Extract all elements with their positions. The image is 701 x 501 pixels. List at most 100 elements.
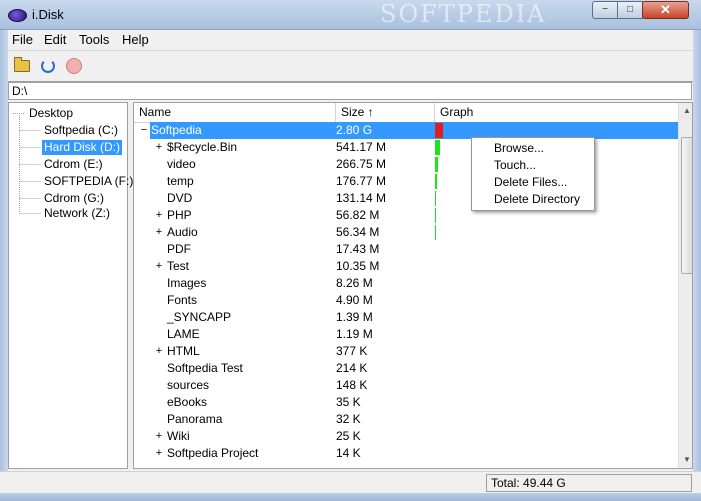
table-row[interactable]: Images 8.26 M — [134, 275, 678, 292]
row-name: Fonts — [167, 293, 198, 307]
drive-tree[interactable]: Desktop Softpedia (C:) Hard Disk (D:) Cd… — [8, 102, 133, 469]
stop-icon[interactable] — [63, 55, 85, 77]
table-row[interactable]: + Test 10.35 M — [134, 258, 678, 275]
ctx-delete-files[interactable]: Delete Files... — [494, 174, 567, 190]
scroll-down-icon[interactable]: ▼ — [679, 452, 692, 468]
ctx-touch[interactable]: Touch... — [494, 157, 536, 173]
row-size: 32 K — [336, 412, 361, 426]
row-size: 377 K — [336, 344, 368, 358]
table-row[interactable]: − Softpedia 2.80 G — [134, 122, 678, 139]
ctx-browse[interactable]: Browse... — [494, 140, 544, 156]
tree-item-d[interactable]: Hard Disk (D:) — [42, 140, 123, 155]
menu-tools[interactable]: Tools — [79, 32, 109, 47]
row-size: 10.35 M — [336, 259, 380, 273]
close-button[interactable]: ✕ — [642, 1, 689, 19]
maximize-button[interactable]: □ — [617, 1, 643, 19]
app-disk-icon — [8, 9, 27, 22]
tree-item-f[interactable]: SOFTPEDIA (F:) — [42, 174, 135, 189]
expand-toggle-icon[interactable]: + — [154, 139, 164, 156]
toolbar — [8, 50, 693, 82]
size-graph-bar — [435, 140, 440, 155]
row-size: 1.19 M — [336, 327, 373, 341]
tree-item-desktop[interactable]: Desktop — [27, 106, 75, 121]
table-row[interactable]: DVD 131.14 M — [134, 190, 678, 207]
row-size: 8.26 M — [336, 276, 373, 290]
table-row[interactable]: + HTML 377 K — [134, 343, 678, 360]
vertical-scrollbar[interactable]: ▲ ▼ — [678, 103, 692, 468]
row-name: PHP — [167, 208, 192, 222]
expand-toggle-icon[interactable]: + — [154, 258, 164, 275]
ctx-delete-directory[interactable]: Delete Directory — [494, 191, 580, 207]
window-frame-bottom — [0, 493, 701, 501]
row-size: 148 K — [336, 378, 368, 392]
row-name: Images — [167, 276, 207, 290]
table-row[interactable]: + PHP 56.82 M — [134, 207, 678, 224]
folder-list[interactable]: Name Size ↑ Graph − Softpedia 2.80 G + $Recy… — [133, 102, 693, 469]
row-size: 1.39 M — [336, 310, 373, 324]
row-selection-highlight — [150, 122, 678, 139]
row-name: Wiki — [167, 429, 190, 443]
menu-bar: File Edit Tools Help — [8, 30, 693, 50]
table-row[interactable]: Fonts 4.90 M — [134, 292, 678, 309]
row-size: 266.75 M — [336, 157, 387, 171]
menu-edit[interactable]: Edit — [44, 32, 66, 47]
row-name: eBooks — [167, 395, 208, 409]
expand-toggle-icon[interactable]: + — [154, 343, 164, 360]
scroll-thumb[interactable] — [681, 137, 692, 274]
size-graph-bar — [435, 174, 437, 189]
size-graph-bar — [435, 191, 436, 206]
table-row[interactable]: temp 176.77 M — [134, 173, 678, 190]
table-row[interactable]: eBooks 35 K — [134, 394, 678, 411]
minimize-button[interactable]: − — [592, 1, 618, 19]
expand-toggle-icon[interactable]: − — [139, 122, 149, 139]
table-row[interactable]: Softpedia Test 214 K — [134, 360, 678, 377]
row-size: 541.17 M — [336, 140, 387, 154]
window-title: i.Disk — [32, 7, 64, 22]
window-frame-left — [0, 30, 8, 493]
menu-help[interactable]: Help — [122, 32, 149, 47]
path-field[interactable]: D:\ — [8, 82, 692, 100]
tree-item-g[interactable]: Cdrom (G:) — [42, 191, 106, 206]
table-row[interactable]: _SYNCAPP 1.39 M — [134, 309, 678, 326]
table-row[interactable]: + $Recycle.Bin 541.17 M — [134, 139, 678, 156]
table-row[interactable]: video 266.75 M — [134, 156, 678, 173]
expand-toggle-icon[interactable]: + — [154, 207, 164, 224]
tree-item-c[interactable]: Softpedia (C:) — [42, 123, 120, 138]
watermark: SOFTPEDIA — [380, 0, 547, 28]
row-size: 25 K — [336, 429, 361, 443]
size-graph-bar — [435, 208, 436, 223]
table-row[interactable]: Panorama 32 K — [134, 411, 678, 428]
table-row[interactable]: LAME 1.19 M — [134, 326, 678, 343]
column-name[interactable]: Name — [134, 103, 336, 122]
expand-toggle-icon[interactable]: + — [154, 445, 164, 462]
table-row[interactable]: + Softpedia Project 14 K — [134, 445, 678, 462]
table-row[interactable]: PDF 17.43 M — [134, 241, 678, 258]
menu-file[interactable]: File — [12, 32, 33, 47]
row-name: Softpedia Project — [167, 446, 259, 460]
row-size: 176.77 M — [336, 174, 387, 188]
row-name: _SYNCAPP — [167, 310, 232, 324]
tree-item-z[interactable]: Network (Z:) — [42, 206, 112, 221]
table-row[interactable]: + Wiki 25 K — [134, 428, 678, 445]
row-name: Panorama — [167, 412, 223, 426]
column-graph[interactable]: Graph — [435, 103, 678, 122]
refresh-icon[interactable] — [37, 55, 59, 77]
row-size: 14 K — [336, 446, 361, 460]
row-name: Audio — [167, 225, 198, 239]
row-name: $Recycle.Bin — [167, 140, 238, 154]
column-size[interactable]: Size ↑ — [336, 103, 435, 122]
row-name: HTML — [167, 344, 200, 358]
tree-item-e[interactable]: Cdrom (E:) — [42, 157, 105, 172]
row-name: Softpedia Test — [167, 361, 243, 375]
scroll-up-icon[interactable]: ▲ — [679, 103, 692, 119]
table-row[interactable]: sources 148 K — [134, 377, 678, 394]
expand-toggle-icon[interactable]: + — [154, 224, 164, 241]
expand-toggle-icon[interactable]: + — [154, 428, 164, 445]
list-header: Name Size ↑ Graph — [134, 103, 679, 123]
row-name: Softpedia — [151, 123, 202, 137]
table-row[interactable]: + Audio 56.34 M — [134, 224, 678, 241]
open-folder-icon[interactable] — [11, 55, 33, 77]
status-bar: Total: 49.44 G — [0, 471, 701, 494]
size-graph-bar — [435, 123, 443, 138]
row-size: 131.14 M — [336, 191, 387, 205]
